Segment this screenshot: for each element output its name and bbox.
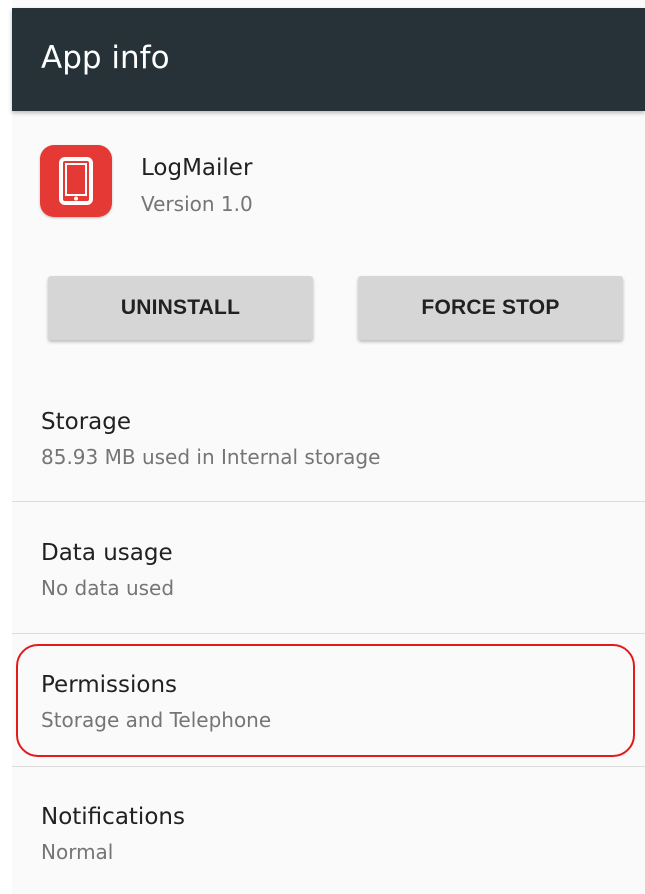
settings-item-title: Data usage: [41, 540, 173, 566]
app-version: Version 1.0: [141, 192, 253, 216]
uninstall-button[interactable]: UNINSTALL: [48, 276, 313, 340]
settings-item-title: Storage: [41, 409, 131, 435]
settings-item-title: Permissions: [41, 672, 178, 698]
app-bar: App info: [12, 8, 645, 111]
settings-item-subtitle: No data used: [41, 576, 175, 600]
app-info-screen: App info LogMailer Version 1.0 UNINSTALL…: [0, 0, 645, 894]
settings-item-subtitle: 85.93 MB used in Internal storage: [41, 445, 381, 469]
page-title: App info: [41, 40, 170, 76]
settings-item-subtitle: Storage and Telephone: [41, 708, 272, 732]
settings-item-notifications[interactable]: Notifications Normal: [12, 767, 645, 894]
settings-item-subtitle: Normal: [41, 840, 114, 864]
settings-item-title: Notifications: [41, 804, 185, 830]
left-gutter: [0, 0, 12, 894]
settings-item-data-usage[interactable]: Data usage No data used: [12, 502, 645, 632]
force-stop-button[interactable]: FORCE STOP: [358, 276, 623, 340]
app-name: LogMailer: [141, 155, 253, 181]
app-info-content: App info LogMailer Version 1.0 UNINSTALL…: [12, 0, 645, 894]
settings-item-storage[interactable]: Storage 85.93 MB used in Internal storag…: [12, 385, 645, 500]
tablet-icon: [59, 157, 93, 205]
settings-item-permissions[interactable]: Permissions Storage and Telephone: [12, 634, 645, 765]
logmailer-app-icon: [40, 145, 112, 217]
app-header: LogMailer Version 1.0: [40, 145, 600, 225]
